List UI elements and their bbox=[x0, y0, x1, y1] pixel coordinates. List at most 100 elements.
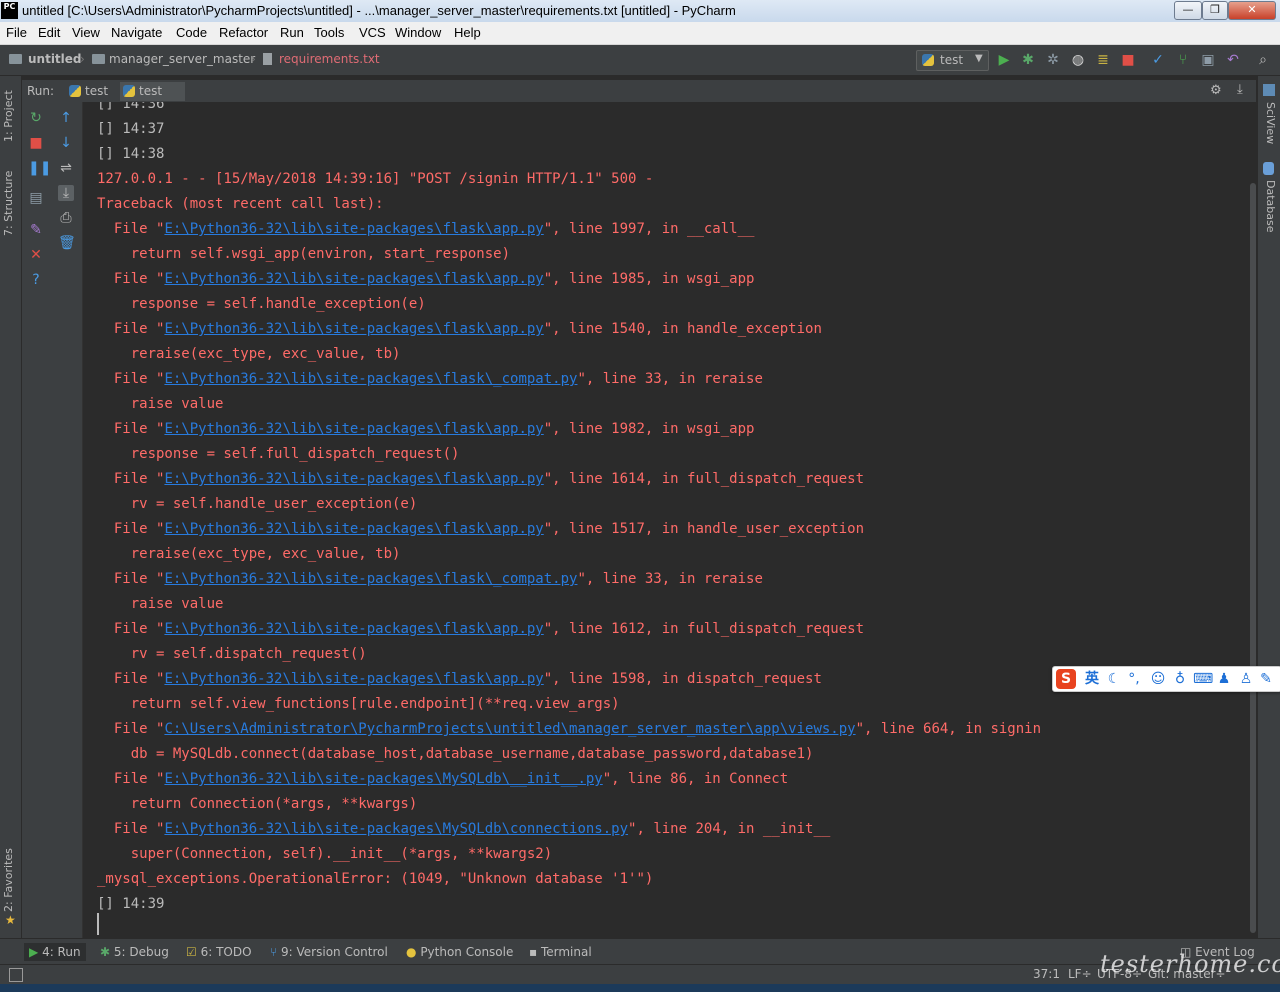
close-icon[interactable]: ✕ bbox=[28, 247, 44, 263]
file-link[interactable]: E:\Python36-32\lib\site-packages\MySQLdb… bbox=[164, 771, 602, 787]
trash-icon[interactable]: 🗑 bbox=[58, 235, 76, 251]
vcs-update-icon[interactable]: ✓ bbox=[1150, 52, 1166, 68]
rerun-icon[interactable]: ↻ bbox=[28, 110, 44, 126]
tab-terminal[interactable]: ▪ Terminal bbox=[529, 943, 592, 961]
file-link[interactable]: E:\Python36-32\lib\site-packages\flask\a… bbox=[164, 421, 543, 437]
tab-project[interactable]: 1: Project bbox=[2, 90, 15, 142]
menu-navigate[interactable]: Navigate bbox=[111, 25, 162, 40]
file-link[interactable]: E:\Python36-32\lib\site-packages\flask\a… bbox=[164, 321, 543, 337]
menu-window[interactable]: Window bbox=[395, 25, 441, 40]
menu-vcs[interactable]: VCS bbox=[359, 25, 386, 40]
gear-icon[interactable]: ⚙ bbox=[1210, 83, 1222, 98]
file-link[interactable]: E:\Python36-32\lib\site-packages\flask\a… bbox=[164, 671, 543, 687]
menu-tools[interactable]: Tools bbox=[314, 25, 344, 40]
console-line: return Connection(*args, **kwargs) bbox=[97, 796, 418, 812]
file-link[interactable]: E:\Python36-32\lib\site-packages\flask\a… bbox=[164, 521, 543, 537]
console-line: File "E:\Python36-32\lib\site-packages\f… bbox=[97, 521, 864, 537]
error-text: Traceback (most recent call last): bbox=[97, 196, 384, 212]
punctuation-icon[interactable]: °, bbox=[1125, 670, 1143, 688]
soft-wrap-icon[interactable]: ⇌ bbox=[58, 160, 74, 176]
tab-favorites[interactable]: 2: Favorites bbox=[2, 848, 15, 912]
menu-code[interactable]: Code bbox=[176, 25, 207, 40]
moon-icon[interactable]: ☾ bbox=[1105, 670, 1123, 688]
stop-icon[interactable]: ■ bbox=[1120, 52, 1136, 68]
layout-icon[interactable]: ▤ bbox=[28, 190, 44, 206]
concurrency-icon[interactable]: ≣ bbox=[1095, 52, 1111, 68]
file-link[interactable]: E:\Python36-32\lib\site-packages\flask\a… bbox=[164, 221, 543, 237]
file-link[interactable]: E:\Python36-32\lib\site-packages\flask\_… bbox=[164, 371, 577, 387]
file-link[interactable]: E:\Python36-32\lib\site-packages\flask\a… bbox=[164, 471, 543, 487]
file-link[interactable]: C:\Users\Administrator\PycharmProjects\u… bbox=[164, 721, 855, 737]
menu-file[interactable]: File bbox=[6, 25, 27, 40]
stop-icon[interactable]: ■ bbox=[28, 135, 44, 151]
ime-toolbar: S 英 ☾ °, ☺ ♁ ⌨ ♟ ♙ ✎ bbox=[1052, 666, 1280, 692]
microphone-icon[interactable]: ♁ bbox=[1171, 670, 1189, 688]
file-link[interactable]: E:\Python36-32\lib\site-packages\flask\a… bbox=[164, 621, 543, 637]
tab-version-control[interactable]: ⑂ 9: Version Control bbox=[270, 943, 388, 961]
pause-icon[interactable]: ❚❚ bbox=[28, 160, 51, 176]
file-link[interactable]: E:\Python36-32\lib\site-packages\flask\a… bbox=[164, 271, 543, 287]
user-icon[interactable]: ♟ bbox=[1215, 670, 1233, 688]
search-icon[interactable]: ⌕ bbox=[1255, 52, 1271, 68]
revert-icon[interactable]: ↶ bbox=[1225, 52, 1241, 68]
cursor-position[interactable]: 37:1 bbox=[1033, 967, 1060, 981]
console-output[interactable]: [] 14:36 [] 14:37 [] 14:38 127.0.0.1 - - [1… bbox=[83, 102, 1250, 938]
arrow-down-icon[interactable]: ↓ bbox=[58, 135, 74, 151]
run-configuration-select[interactable]: test ▼ bbox=[916, 50, 989, 71]
debug-icon[interactable]: ✱ bbox=[1020, 52, 1036, 68]
print-icon[interactable]: ⎙ bbox=[58, 210, 74, 226]
console-line: Traceback (most recent call last): bbox=[97, 196, 384, 212]
breadcrumb-project[interactable]: untitled bbox=[28, 52, 82, 66]
tab-run[interactable]: ▶ 4: Run bbox=[24, 943, 86, 961]
maximize-button[interactable]: ❐ bbox=[1202, 1, 1228, 20]
keyboard-icon[interactable]: ⌨ bbox=[1193, 670, 1213, 688]
wrench-icon[interactable]: ✎ bbox=[1257, 670, 1275, 688]
menu-edit[interactable]: Edit bbox=[38, 25, 60, 40]
coverage-icon[interactable]: ✲ bbox=[1045, 52, 1061, 68]
tab-sciview[interactable]: SciView bbox=[1264, 102, 1277, 144]
ime-language[interactable]: 英 bbox=[1083, 670, 1101, 688]
skin-icon[interactable]: ♙ bbox=[1237, 670, 1255, 688]
menu-view[interactable]: View bbox=[72, 25, 100, 40]
error-text: rv = self.dispatch_request() bbox=[97, 646, 367, 662]
help-icon[interactable]: ? bbox=[28, 272, 44, 288]
hide-panel-icon[interactable]: ⤓ bbox=[1237, 82, 1243, 97]
tool-windows-icon[interactable] bbox=[9, 968, 23, 982]
run-panel-label: Run: bbox=[27, 84, 55, 98]
console-line: [] 14:37 bbox=[97, 121, 164, 137]
vcs-history-icon[interactable]: ▣ bbox=[1200, 52, 1216, 68]
windows-taskbar bbox=[0, 984, 1280, 992]
menu-run[interactable]: Run bbox=[280, 25, 304, 40]
tab-debug[interactable]: ✱ 5: Debug bbox=[100, 943, 169, 961]
run-tab-2[interactable]: test bbox=[120, 82, 185, 101]
breadcrumb-separator-icon: › bbox=[80, 52, 85, 66]
file-link[interactable]: E:\Python36-32\lib\site-packages\flask\_… bbox=[164, 571, 577, 587]
file-link[interactable]: E:\Python36-32\lib\site-packages\MySQLdb… bbox=[164, 821, 628, 837]
log-text: [] 14:38 bbox=[97, 146, 165, 162]
minimize-button[interactable]: — bbox=[1174, 1, 1202, 20]
menu-bar: File Edit View Navigate Code Refactor Ru… bbox=[0, 22, 1280, 45]
error-text: raise value bbox=[97, 396, 224, 412]
console-scrollbar-thumb[interactable] bbox=[1250, 183, 1256, 933]
console-line: reraise(exc_type, exc_value, tb) bbox=[97, 546, 401, 562]
vcs-commit-icon[interactable]: ⑂ bbox=[1175, 52, 1191, 68]
error-text: super(Connection, self).__init__(*args, … bbox=[97, 846, 553, 862]
run-icon[interactable]: ▶ bbox=[996, 52, 1012, 68]
tab-structure[interactable]: 7: Structure bbox=[2, 171, 15, 236]
menu-refactor[interactable]: Refactor bbox=[219, 25, 268, 40]
tab-python-console[interactable]: ● Python Console bbox=[406, 943, 513, 961]
profile-icon[interactable]: ◍ bbox=[1070, 52, 1086, 68]
scroll-to-end-icon[interactable]: ⤓ bbox=[58, 185, 74, 201]
breadcrumb-folder[interactable]: manager_server_master bbox=[109, 52, 255, 66]
run-toolbar: ↻ ■ ❚❚ ▤ ✎ ✕ ? ↑ ↓ ⇌ ⤓ ⎙ 🗑 bbox=[22, 102, 83, 938]
close-button[interactable]: ✕ bbox=[1228, 1, 1276, 20]
pin-icon[interactable]: ✎ bbox=[28, 222, 44, 238]
tab-todo[interactable]: ☑ 6: TODO bbox=[186, 943, 252, 961]
window-title: untitled [C:\Users\Administrator\Pycharm… bbox=[22, 3, 736, 18]
arrow-up-icon[interactable]: ↑ bbox=[58, 110, 74, 126]
tab-database[interactable]: Database bbox=[1264, 180, 1277, 233]
menu-help[interactable]: Help bbox=[454, 25, 481, 40]
line-separator[interactable]: LF÷ bbox=[1068, 967, 1092, 981]
breadcrumb-file[interactable]: requirements.txt bbox=[279, 52, 380, 66]
emoji-icon[interactable]: ☺ bbox=[1149, 670, 1167, 688]
